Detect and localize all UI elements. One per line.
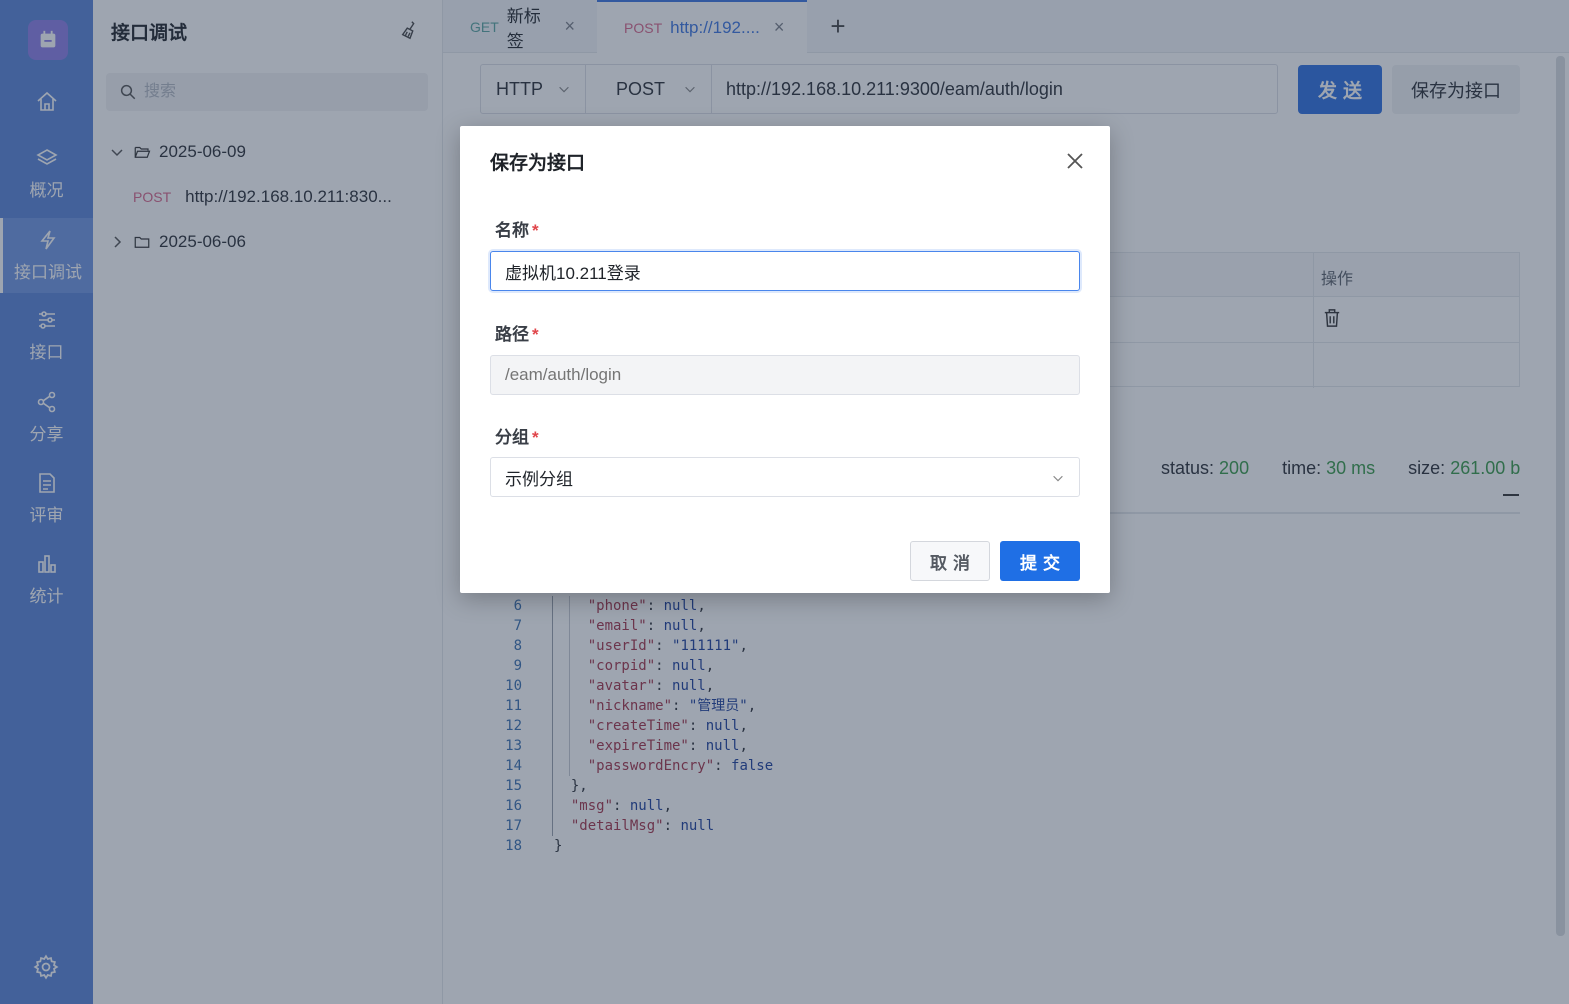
submit-button[interactable]: 提交 [1000,541,1080,581]
path-input [490,355,1080,395]
close-icon[interactable] [1064,150,1086,172]
required-mark: * [532,428,539,447]
chevron-down-icon [1053,475,1063,482]
label-text: 名称 [495,221,529,240]
group-field-label: 分组 * [495,423,539,448]
group-select[interactable]: 示例分组 [490,457,1080,497]
save-as-api-dialog: 保存为接口 名称* 路径* 分组* 示例分组 取消 提交 [460,126,1110,593]
path-field-label: 路径 * [495,320,539,345]
cancel-button[interactable]: 取消 [910,541,990,581]
group-value: 示例分组 [505,469,573,489]
name-input[interactable] [490,251,1080,291]
name-field-label: 名称 * [495,216,539,241]
dialog-title: 保存为接口 [490,153,586,174]
label-text: 路径 [495,325,529,344]
label-text: 分组 [495,428,529,447]
required-mark: * [532,221,539,240]
required-mark: * [532,325,539,344]
